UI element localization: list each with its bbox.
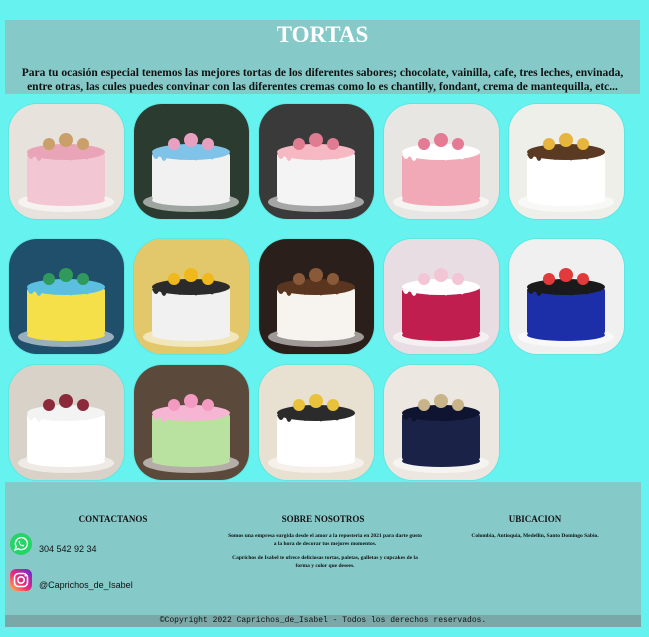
page-title: TORTAS xyxy=(276,22,369,47)
cake-photo-8 xyxy=(259,239,374,354)
cake-photo-9 xyxy=(384,239,499,354)
whatsapp-contact[interactable]: 304 542 92 34 xyxy=(9,532,97,558)
location-text: Colombia, Antioquia, Medellin, Santo Dom… xyxy=(471,533,599,539)
cake-photo-6 xyxy=(9,239,124,354)
about-text-2: Caprichos de Isabel te ofrece deliciosas… xyxy=(232,555,418,569)
cake-photo-11 xyxy=(9,365,124,480)
copyright-bar: ©Copyright 2022 Caprichos_de_Isabel - To… xyxy=(5,615,641,627)
instagram-icon xyxy=(9,568,33,594)
about-title: SOBRE NOSOTROS xyxy=(281,514,365,524)
cake-photo-1 xyxy=(9,104,124,219)
cake-photo-5 xyxy=(509,104,624,219)
footer: CONTACTANOS 304 542 92 34 @Caprichos_de_… xyxy=(5,482,641,615)
cake-photo-7 xyxy=(134,239,249,354)
contact-title: CONTACTANOS xyxy=(78,514,148,524)
phone-number: 304 542 92 34 xyxy=(39,544,97,554)
about-text-1: Somos una empresa surgida desde el amor … xyxy=(228,533,422,547)
instagram-handle: @Caprichos_de_Isabel xyxy=(39,580,133,590)
location-title: UBICACION xyxy=(508,514,562,524)
intro-text: Para tu ocasión especial tenemos las mej… xyxy=(21,67,624,93)
cake-photo-14 xyxy=(384,365,499,480)
cake-photo-4 xyxy=(384,104,499,219)
cake-photo-3 xyxy=(259,104,374,219)
whatsapp-icon xyxy=(9,532,33,558)
cake-photo-2 xyxy=(134,104,249,219)
cake-photo-13 xyxy=(259,365,374,480)
instagram-contact[interactable]: @Caprichos_de_Isabel xyxy=(9,568,133,594)
cake-photo-10 xyxy=(509,239,624,354)
header-section: TORTAS Para tu ocasión especial tenemos … xyxy=(5,20,640,94)
cake-photo-12 xyxy=(134,365,249,480)
